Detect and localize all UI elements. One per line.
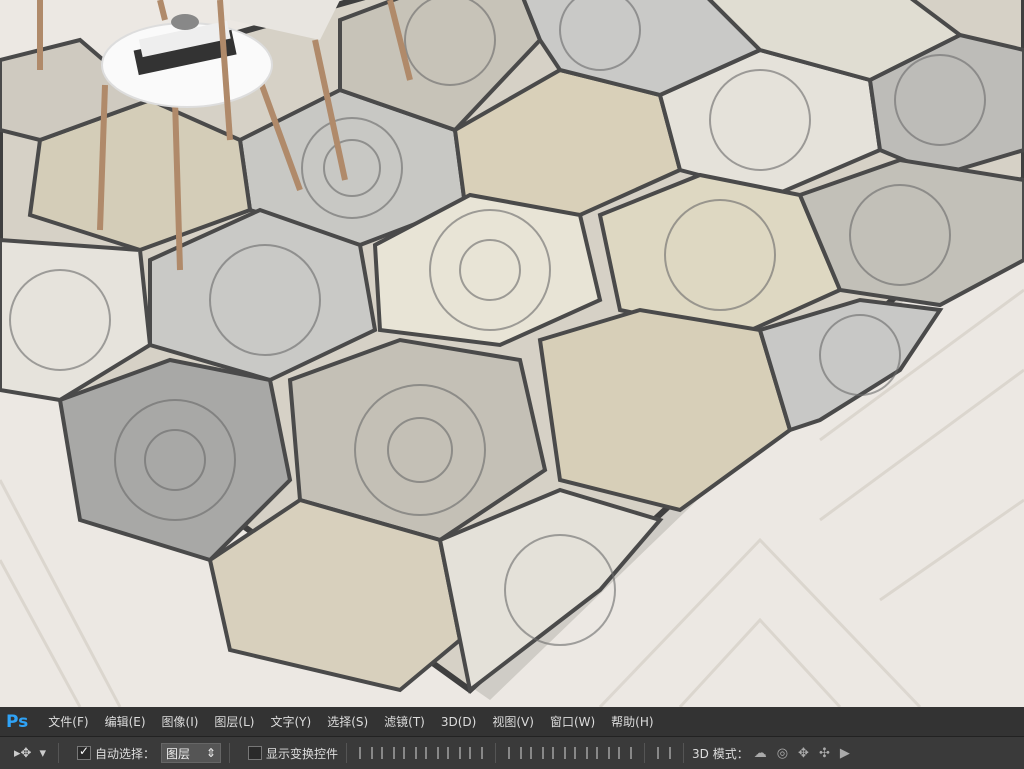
options-bar: ▸✥ ▾ 自动选择： 图层 ⇕ 显示变换控件 3D 模式： ☁ ◎ ✥ ✣ ▶ (0, 736, 1024, 769)
distribute-horizontal-center-icon[interactable] (596, 747, 610, 759)
move-tool-icon[interactable]: ▸✥ (14, 746, 31, 761)
show-transform-label: 显示变换控件 (265, 746, 338, 761)
align-horizontal-center-icon[interactable] (447, 747, 461, 759)
rug-scene-image (0, 0, 1024, 707)
3d-scale-icon[interactable]: ▶ (840, 746, 850, 761)
separator (683, 743, 684, 763)
document-canvas[interactable] (0, 0, 1024, 707)
menu-window[interactable]: 窗口(W) (542, 713, 603, 730)
show-transform-checkbox[interactable] (247, 746, 262, 760)
photoshop-logo: Ps (6, 711, 29, 732)
distribute-right-icon[interactable] (618, 747, 632, 759)
3d-roll-icon[interactable]: ◎ (777, 746, 788, 761)
menu-help[interactable]: 帮助(H) (603, 713, 661, 730)
separator (495, 743, 496, 763)
menu-edit[interactable]: 编辑(E) (97, 713, 154, 730)
menu-3d[interactable]: 3D(D) (433, 715, 484, 729)
menu-bar: Ps 文件(F) 编辑(E) 图像(I) 图层(L) 文字(Y) 选择(S) 滤… (0, 707, 1024, 736)
menu-file[interactable]: 文件(F) (40, 713, 96, 730)
3d-pan-icon[interactable]: ✥ (798, 746, 809, 761)
tool-preset-dropdown-icon[interactable]: ▾ (39, 746, 46, 761)
align-vertical-center-icon[interactable] (381, 747, 395, 759)
auto-select-dropdown[interactable]: 图层 ⇕ (160, 743, 221, 763)
distribute-bottom-icon[interactable] (552, 747, 566, 759)
separator (346, 743, 347, 763)
distribute-top-icon[interactable] (508, 747, 522, 759)
distribute-left-icon[interactable] (574, 747, 588, 759)
menu-layer[interactable]: 图层(L) (206, 713, 262, 730)
move-arrow-glyph: ▸ (14, 745, 21, 761)
align-left-icon[interactable] (425, 747, 439, 759)
auto-select-checkbox[interactable] (76, 744, 91, 760)
menu-select[interactable]: 选择(S) (319, 713, 376, 730)
3d-mode-label: 3D 模式： (692, 746, 749, 761)
auto-select-label: 自动选择： (94, 746, 155, 761)
menu-type[interactable]: 文字(Y) (262, 713, 319, 730)
dropdown-arrows-icon: ⇕ (205, 746, 216, 760)
menu-view[interactable]: 视图(V) (484, 713, 542, 730)
align-right-icon[interactable] (469, 747, 483, 759)
align-top-icon[interactable] (359, 747, 373, 759)
separator (228, 743, 230, 763)
auto-select-value: 图层 (165, 746, 190, 761)
separator (57, 743, 59, 763)
separator (644, 743, 645, 763)
align-bottom-icon[interactable] (403, 747, 417, 759)
menu-filter[interactable]: 滤镜(T) (376, 713, 433, 730)
menu-image[interactable]: 图像(I) (154, 713, 207, 730)
auto-align-layers-icon[interactable] (657, 747, 671, 759)
3d-orbit-icon[interactable]: ☁ (754, 746, 767, 761)
distribute-vertical-center-icon[interactable] (530, 747, 544, 759)
3d-slide-icon[interactable]: ✣ (819, 746, 830, 761)
